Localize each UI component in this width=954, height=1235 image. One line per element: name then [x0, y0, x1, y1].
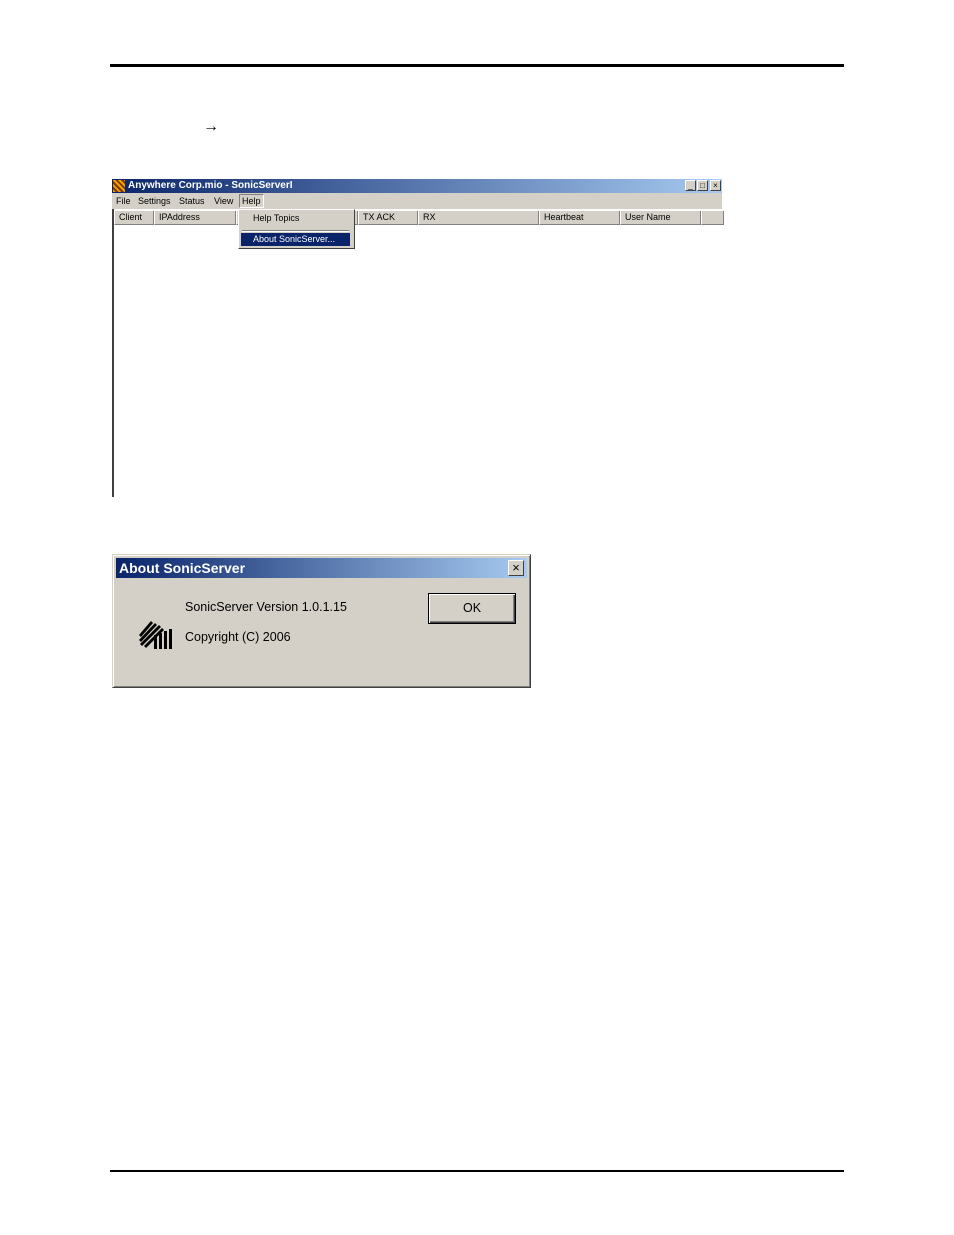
menu-file[interactable]: File — [116, 195, 131, 207]
column-tx-ack[interactable]: TX ACK — [358, 211, 418, 225]
column-heartbeat[interactable]: Heartbeat — [539, 211, 620, 225]
main-window-titlebar: Anywhere Corp.mio - SonicServerI _ □ × — [112, 179, 722, 193]
arrow-icon: → — [203, 118, 219, 135]
version-text: SonicServer Version 1.0.1.15 — [185, 600, 347, 614]
sonicserver-main-window: Anywhere Corp.mio - SonicServerI _ □ × F… — [112, 179, 724, 497]
menu-settings[interactable]: Settings — [138, 195, 171, 207]
minimize-button[interactable]: _ — [685, 180, 696, 191]
sonicserver-logo-icon — [139, 621, 172, 649]
copyright-text: Copyright (C) 2006 — [185, 630, 291, 644]
ok-button[interactable]: OK — [428, 593, 516, 624]
app-icon — [113, 180, 125, 192]
about-sonicserver-item[interactable]: About SonicServer... — [241, 233, 350, 246]
menu-status[interactable]: Status — [179, 195, 205, 207]
column-rx[interactable]: RX — [418, 211, 539, 225]
header-rule — [110, 64, 844, 67]
about-dialog-titlebar: About SonicServer × — [116, 558, 527, 578]
help-topics-item[interactable]: Help Topics — [241, 212, 350, 225]
dialog-close-button[interactable]: × — [508, 560, 524, 576]
column-ipaddress[interactable]: IPAddress — [154, 211, 236, 225]
menu-view[interactable]: View — [214, 195, 233, 207]
close-button[interactable]: × — [710, 180, 721, 191]
client-list-header: Client IPAddress TX ACK RX Heartbeat Use… — [114, 211, 724, 225]
column-user-name[interactable]: User Name — [620, 211, 701, 225]
column-extra[interactable] — [701, 211, 724, 225]
footer-rule — [110, 1170, 844, 1172]
client-list[interactable]: Client IPAddress TX ACK RX Heartbeat Use… — [112, 209, 724, 497]
maximize-button[interactable]: □ — [697, 180, 708, 191]
about-dialog: About SonicServer × SonicServer Version … — [112, 554, 531, 688]
menu-separator — [242, 230, 349, 232]
about-dialog-title: About SonicServer — [119, 560, 246, 576]
column-client[interactable]: Client — [114, 211, 154, 225]
menu-bar: File Settings Status View Help — [112, 193, 722, 209]
menu-help[interactable]: Help — [239, 194, 264, 208]
help-dropdown-menu: Help Topics About SonicServer... — [238, 209, 355, 249]
main-window-title: Anywhere Corp.mio - SonicServerI — [128, 180, 293, 191]
